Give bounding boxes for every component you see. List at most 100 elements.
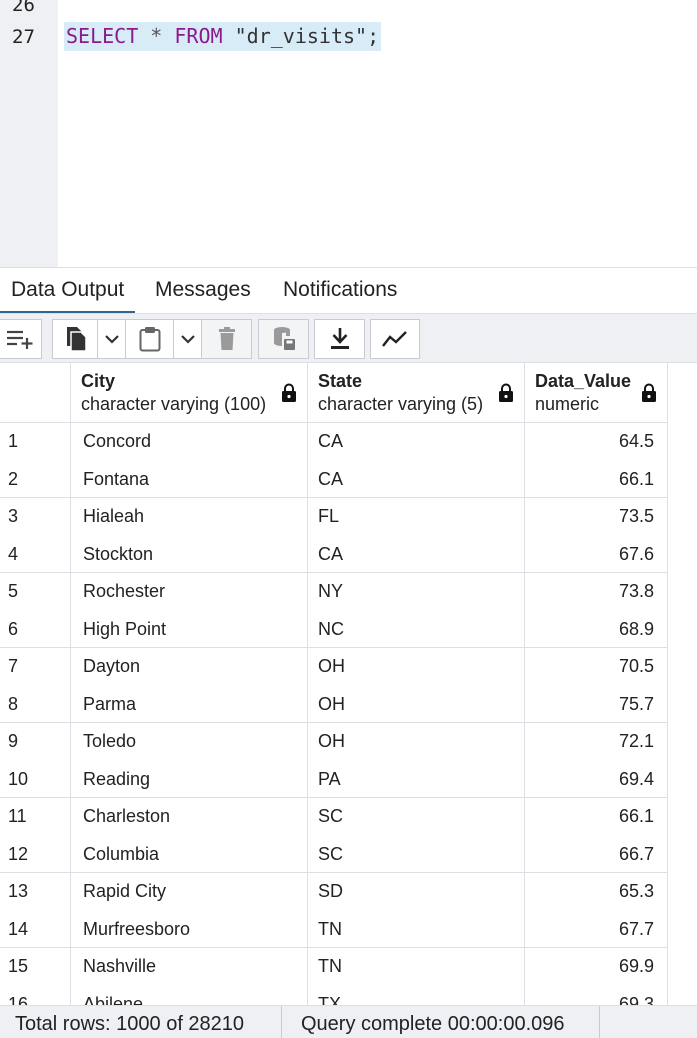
- state-cell[interactable]: OH: [308, 648, 525, 686]
- graph-icon: [381, 330, 409, 348]
- table-row[interactable]: 9 Toledo OH 72.1: [0, 723, 668, 761]
- delete-button[interactable]: [201, 319, 252, 359]
- state-cell[interactable]: OH: [308, 723, 525, 761]
- state-cell[interactable]: CA: [308, 423, 525, 461]
- code-line-selected[interactable]: SELECT * FROM "dr_visits";: [64, 22, 382, 51]
- download-button[interactable]: [314, 319, 365, 359]
- table-row[interactable]: 14 Murfreesboro TN 67.7: [0, 910, 668, 948]
- table-row[interactable]: 5 Rochester NY 73.8: [0, 573, 668, 611]
- data-value-cell[interactable]: 70.5: [525, 648, 668, 686]
- table-row[interactable]: 8 Parma OH 75.7: [0, 685, 668, 723]
- data-value-cell[interactable]: 67.7: [525, 910, 668, 947]
- column-header-city[interactable]: City character varying (100): [71, 363, 308, 423]
- row-number-cell[interactable]: 7: [0, 648, 71, 686]
- city-cell[interactable]: Reading: [71, 760, 308, 797]
- row-number-cell[interactable]: 13: [0, 873, 71, 911]
- city-cell[interactable]: Columbia: [71, 835, 308, 872]
- city-cell[interactable]: Rochester: [71, 573, 308, 611]
- data-value-cell[interactable]: 69.9: [525, 948, 668, 986]
- tab-data-output[interactable]: Data Output: [0, 268, 136, 314]
- data-value-cell[interactable]: 73.5: [525, 498, 668, 536]
- city-cell[interactable]: Abilene: [71, 985, 308, 1005]
- data-value-cell[interactable]: 67.6: [525, 535, 668, 572]
- row-number-cell[interactable]: 9: [0, 723, 71, 761]
- state-cell[interactable]: FL: [308, 498, 525, 536]
- graph-visualiser-button[interactable]: [370, 319, 420, 359]
- data-value-cell[interactable]: 66.7: [525, 835, 668, 872]
- row-number-cell[interactable]: 11: [0, 798, 71, 836]
- column-header-state[interactable]: State character varying (5): [308, 363, 525, 423]
- row-number-cell[interactable]: 3: [0, 498, 71, 536]
- row-number-cell[interactable]: 14: [0, 910, 71, 947]
- row-number-cell[interactable]: 15: [0, 948, 71, 986]
- city-cell[interactable]: Toledo: [71, 723, 308, 761]
- copy-options-dropdown[interactable]: [97, 319, 126, 359]
- state-cell[interactable]: NY: [308, 573, 525, 611]
- data-value-cell[interactable]: 64.5: [525, 423, 668, 461]
- row-number-header[interactable]: [0, 363, 71, 423]
- row-number-cell[interactable]: 5: [0, 573, 71, 611]
- city-cell[interactable]: Stockton: [71, 535, 308, 572]
- sql-editor[interactable]: 26 27 SELECT * FROM "dr_visits";: [0, 0, 697, 267]
- table-row[interactable]: 1 Concord CA 64.5: [0, 423, 668, 461]
- table-row[interactable]: 3 Hialeah FL 73.5: [0, 498, 668, 536]
- data-value-cell[interactable]: 68.9: [525, 610, 668, 647]
- table-row[interactable]: 7 Dayton OH 70.5: [0, 648, 668, 686]
- table-row[interactable]: 2 Fontana CA 66.1: [0, 460, 668, 498]
- city-cell[interactable]: High Point: [71, 610, 308, 647]
- state-cell[interactable]: SC: [308, 835, 525, 872]
- state-cell[interactable]: SD: [308, 873, 525, 911]
- data-value-cell[interactable]: 65.3: [525, 873, 668, 911]
- table-row[interactable]: 15 Nashville TN 69.9: [0, 948, 668, 986]
- city-cell[interactable]: Dayton: [71, 648, 308, 686]
- city-cell[interactable]: Concord: [71, 423, 308, 461]
- city-cell[interactable]: Rapid City: [71, 873, 308, 911]
- state-cell[interactable]: CA: [308, 535, 525, 572]
- row-number-cell[interactable]: 12: [0, 835, 71, 872]
- state-cell[interactable]: TN: [308, 948, 525, 986]
- paste-button[interactable]: [125, 319, 174, 359]
- add-row-button[interactable]: [0, 319, 42, 359]
- table-row[interactable]: 10 Reading PA 69.4: [0, 760, 668, 798]
- data-value-cell[interactable]: 66.1: [525, 798, 668, 836]
- table-row[interactable]: 12 Columbia SC 66.7: [0, 835, 668, 873]
- data-value-cell[interactable]: 66.1: [525, 460, 668, 497]
- copy-button[interactable]: [52, 319, 98, 359]
- tab-notifications[interactable]: Notifications: [283, 268, 397, 314]
- table-row[interactable]: 6 High Point NC 68.9: [0, 610, 668, 648]
- city-cell[interactable]: Hialeah: [71, 498, 308, 536]
- data-value-cell[interactable]: 75.7: [525, 685, 668, 722]
- row-number-cell[interactable]: 10: [0, 760, 71, 797]
- data-value-cell[interactable]: 72.1: [525, 723, 668, 761]
- state-cell[interactable]: TX: [308, 985, 525, 1005]
- data-value-cell[interactable]: 69.4: [525, 760, 668, 797]
- city-cell[interactable]: Charleston: [71, 798, 308, 836]
- state-cell[interactable]: OH: [308, 685, 525, 722]
- row-number-cell[interactable]: 16: [0, 985, 71, 1005]
- state-cell[interactable]: TN: [308, 910, 525, 947]
- data-value-cell[interactable]: 73.8: [525, 573, 668, 611]
- data-value-cell[interactable]: 69.3: [525, 985, 668, 1005]
- city-cell[interactable]: Parma: [71, 685, 308, 722]
- row-number-cell[interactable]: 1: [0, 423, 71, 461]
- table-row[interactable]: 11 Charleston SC 66.1: [0, 798, 668, 836]
- save-data-button[interactable]: [258, 319, 309, 359]
- state-cell[interactable]: CA: [308, 460, 525, 497]
- column-header-data-value[interactable]: Data_Value numeric: [525, 363, 668, 423]
- tab-messages[interactable]: Messages: [155, 268, 251, 314]
- paste-options-dropdown[interactable]: [173, 319, 202, 359]
- table-row[interactable]: 16 Abilene TX 69.3: [0, 985, 668, 1005]
- state-cell[interactable]: PA: [308, 760, 525, 797]
- city-cell[interactable]: Fontana: [71, 460, 308, 497]
- row-number-cell[interactable]: 4: [0, 535, 71, 572]
- row-number-cell[interactable]: 8: [0, 685, 71, 722]
- city-cell[interactable]: Nashville: [71, 948, 308, 986]
- city-cell[interactable]: Murfreesboro: [71, 910, 308, 947]
- state-cell[interactable]: SC: [308, 798, 525, 836]
- row-number-cell[interactable]: 2: [0, 460, 71, 497]
- row-number-cell[interactable]: 6: [0, 610, 71, 647]
- state-cell[interactable]: NC: [308, 610, 525, 647]
- result-grid[interactable]: City character varying (100) State chara…: [0, 363, 697, 1005]
- table-row[interactable]: 13 Rapid City SD 65.3: [0, 873, 668, 911]
- table-row[interactable]: 4 Stockton CA 67.6: [0, 535, 668, 573]
